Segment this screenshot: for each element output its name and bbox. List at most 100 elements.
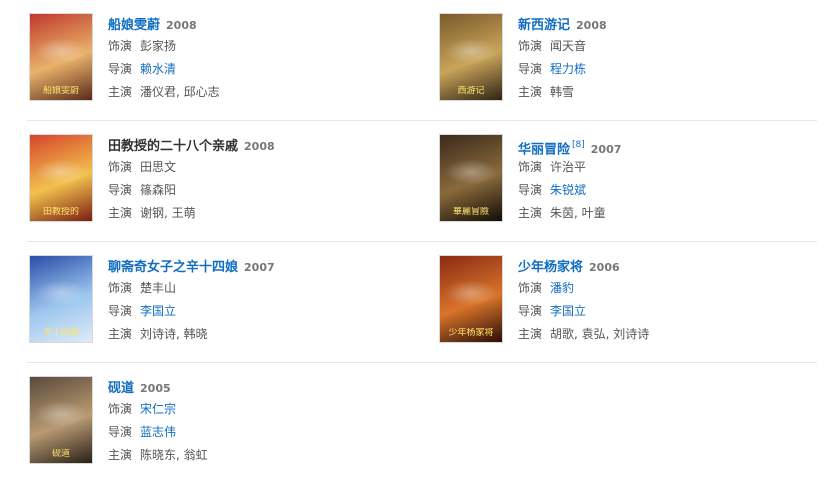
director-value[interactable]: 李国立 xyxy=(140,304,176,318)
director-field: 导演 李国立 xyxy=(518,300,828,323)
role-field: 饰演 许治平 xyxy=(518,156,828,179)
role-field: 饰演 潘豹 xyxy=(518,277,828,300)
film-row: 船娘雯蔚 船娘雯蔚 2008 饰演 彭家扬 导演 赖水清 主演 潘仪君, 邱心志 西游记 新西游记 2… xyxy=(0,0,837,121)
poster-figure xyxy=(440,157,502,187)
role-field: 饰演 闻天音 xyxy=(518,35,828,58)
film-info: 新西游记 2008 饰演 闻天音 导演 程力栋 主演 韩雪 xyxy=(518,13,828,104)
film-poster-image[interactable]: 砚道 xyxy=(29,376,93,464)
film-info: 少年杨家将 2006 饰演 潘豹 导演 李国立 主演 胡歌, 袁弘, 刘诗诗 xyxy=(518,255,828,346)
starring-value: 刘诗诗, 韩晓 xyxy=(140,327,208,341)
starring-label: 主演 xyxy=(108,327,133,341)
film-row: 辛十四娘 聊斋奇女子之辛十四娘 2007 饰演 楚丰山 导演 李国立 主演 刘诗诗, 韩晓 少年杨… xyxy=(0,242,837,363)
film-title-line: 聊斋奇女子之辛十四娘 2007 xyxy=(108,255,418,277)
director-value[interactable]: 李国立 xyxy=(550,304,586,318)
director-label: 导演 xyxy=(108,183,133,197)
film-title-line: 新西游记 2008 xyxy=(518,13,828,35)
role-value: 闻天音 xyxy=(550,39,587,53)
starring-field: 主演 陈晓东, 翁虹 xyxy=(108,444,418,467)
poster-figure xyxy=(30,157,92,187)
film-poster-image[interactable]: 華麗冒險 xyxy=(439,134,503,222)
starring-label: 主演 xyxy=(518,327,543,341)
director-field: 导演 朱锐斌 xyxy=(518,179,828,202)
poster-caption: 砚道 xyxy=(51,449,70,459)
director-label: 导演 xyxy=(518,304,543,318)
poster-figure xyxy=(30,278,92,308)
film-title-link[interactable]: 砚道 xyxy=(108,381,134,396)
film-card: 田教授的 田教授的二十八个亲戚 2008 饰演 田思文 导演 篠森阳 主演 谢钢, 王萌 xyxy=(29,121,429,231)
film-title-line: 船娘雯蔚 2008 xyxy=(108,13,418,35)
film-row: 砚道 砚道 2005 饰演 宋仁宗 导演 蓝志伟 主演 陈晓东, 翁虹 xyxy=(0,363,837,484)
starring-field: 主演 胡歌, 袁弘, 刘诗诗 xyxy=(518,323,828,346)
role-label: 饰演 xyxy=(518,281,543,295)
film-info: 华丽冒险 [8] 2007 饰演 许治平 导演 朱锐斌 主演 朱茵, 叶童 xyxy=(518,134,828,225)
film-poster-image[interactable]: 田教授的 xyxy=(29,134,93,222)
film-year: 2008 xyxy=(244,140,275,153)
director-label: 导演 xyxy=(108,62,133,76)
film-title-link[interactable]: 少年杨家将 xyxy=(518,260,583,275)
role-field: 饰演 楚丰山 xyxy=(108,277,418,300)
poster-figure xyxy=(30,399,92,429)
poster-caption: 辛十四娘 xyxy=(42,328,79,338)
poster-caption: 西游记 xyxy=(457,86,485,96)
role-label: 饰演 xyxy=(518,39,543,53)
film-card: 華麗冒險 华丽冒险 [8] 2007 饰演 许治平 导演 朱锐斌 主演 朱茵, 叶童 xyxy=(439,121,837,231)
film-title-line: 华丽冒险 [8] 2007 xyxy=(518,134,828,157)
role-value[interactable]: 宋仁宗 xyxy=(140,402,176,416)
role-label: 饰演 xyxy=(518,160,543,174)
role-value: 许治平 xyxy=(550,160,587,174)
role-field: 饰演 宋仁宗 xyxy=(108,398,418,421)
film-poster-image[interactable]: 西游记 xyxy=(439,13,503,101)
starring-label: 主演 xyxy=(518,206,543,220)
film-title-line: 少年杨家将 2006 xyxy=(518,255,828,277)
film-year: 2008 xyxy=(576,19,607,32)
film-year: 2008 xyxy=(166,19,197,32)
film-year: 2006 xyxy=(589,261,620,274)
film-row: 田教授的 田教授的二十八个亲戚 2008 饰演 田思文 导演 篠森阳 主演 谢钢, 王萌 華麗冒險… xyxy=(0,121,837,242)
director-value[interactable]: 蓝志伟 xyxy=(140,425,176,439)
film-poster-image[interactable]: 船娘雯蔚 xyxy=(29,13,93,101)
film-info: 砚道 2005 饰演 宋仁宗 导演 蓝志伟 主演 陈晓东, 翁虹 xyxy=(108,376,418,467)
director-value[interactable]: 程力栋 xyxy=(550,62,586,76)
film-title-link[interactable]: 聊斋奇女子之辛十四娘 xyxy=(108,260,238,275)
director-value: 篠森阳 xyxy=(140,183,177,197)
director-label: 导演 xyxy=(108,304,133,318)
director-field: 导演 篠森阳 xyxy=(108,179,418,202)
film-card: 少年杨家将 少年杨家将 2006 饰演 潘豹 导演 李国立 主演 胡歌, 袁弘, 刘诗诗 xyxy=(439,242,837,352)
role-label: 饰演 xyxy=(108,39,133,53)
director-value[interactable]: 赖水清 xyxy=(140,62,176,76)
film-title-line: 田教授的二十八个亲戚 2008 xyxy=(108,134,418,156)
director-label: 导演 xyxy=(518,183,543,197)
film-title-link[interactable]: 新西游记 xyxy=(518,18,570,33)
starring-label: 主演 xyxy=(108,448,133,462)
director-field: 导演 赖水清 xyxy=(108,58,418,81)
film-title-line: 砚道 2005 xyxy=(108,376,418,398)
starring-value: 陈晓东, 翁虹 xyxy=(140,448,208,462)
film-card: 船娘雯蔚 船娘雯蔚 2008 饰演 彭家扬 导演 赖水清 主演 潘仪君, 邱心志 xyxy=(29,0,429,110)
starring-field: 主演 韩雪 xyxy=(518,81,828,104)
role-label: 饰演 xyxy=(108,402,133,416)
film-year: 2007 xyxy=(244,261,275,274)
film-poster-image[interactable]: 少年杨家将 xyxy=(439,255,503,343)
starring-value: 胡歌, 袁弘, 刘诗诗 xyxy=(550,327,650,341)
poster-caption: 田教授的 xyxy=(42,207,79,217)
film-poster-image[interactable]: 辛十四娘 xyxy=(29,255,93,343)
starring-field: 主演 刘诗诗, 韩晓 xyxy=(108,323,418,346)
film-info: 田教授的二十八个亲戚 2008 饰演 田思文 导演 篠森阳 主演 谢钢, 王萌 xyxy=(108,134,418,225)
film-year: 2005 xyxy=(140,382,171,395)
citation-link[interactable]: [8] xyxy=(572,140,585,150)
director-value[interactable]: 朱锐斌 xyxy=(550,183,586,197)
director-field: 导演 李国立 xyxy=(108,300,418,323)
poster-figure xyxy=(440,36,502,66)
poster-caption: 船娘雯蔚 xyxy=(42,86,79,96)
starring-label: 主演 xyxy=(518,85,543,99)
film-year: 2007 xyxy=(590,143,622,157)
film-title-link[interactable]: 田教授的二十八个亲戚 xyxy=(108,139,238,154)
director-field: 导演 程力栋 xyxy=(518,58,828,81)
film-info: 聊斋奇女子之辛十四娘 2007 饰演 楚丰山 导演 李国立 主演 刘诗诗, 韩晓 xyxy=(108,255,418,346)
role-value[interactable]: 潘豹 xyxy=(550,281,574,295)
film-card: 西游记 新西游记 2008 饰演 闻天音 导演 程力栋 主演 韩雪 xyxy=(439,0,837,110)
role-field: 饰演 彭家扬 xyxy=(108,35,418,58)
poster-caption: 華麗冒險 xyxy=(452,207,489,217)
film-title-link[interactable]: 船娘雯蔚 xyxy=(108,18,160,33)
poster-caption: 少年杨家将 xyxy=(448,328,494,338)
